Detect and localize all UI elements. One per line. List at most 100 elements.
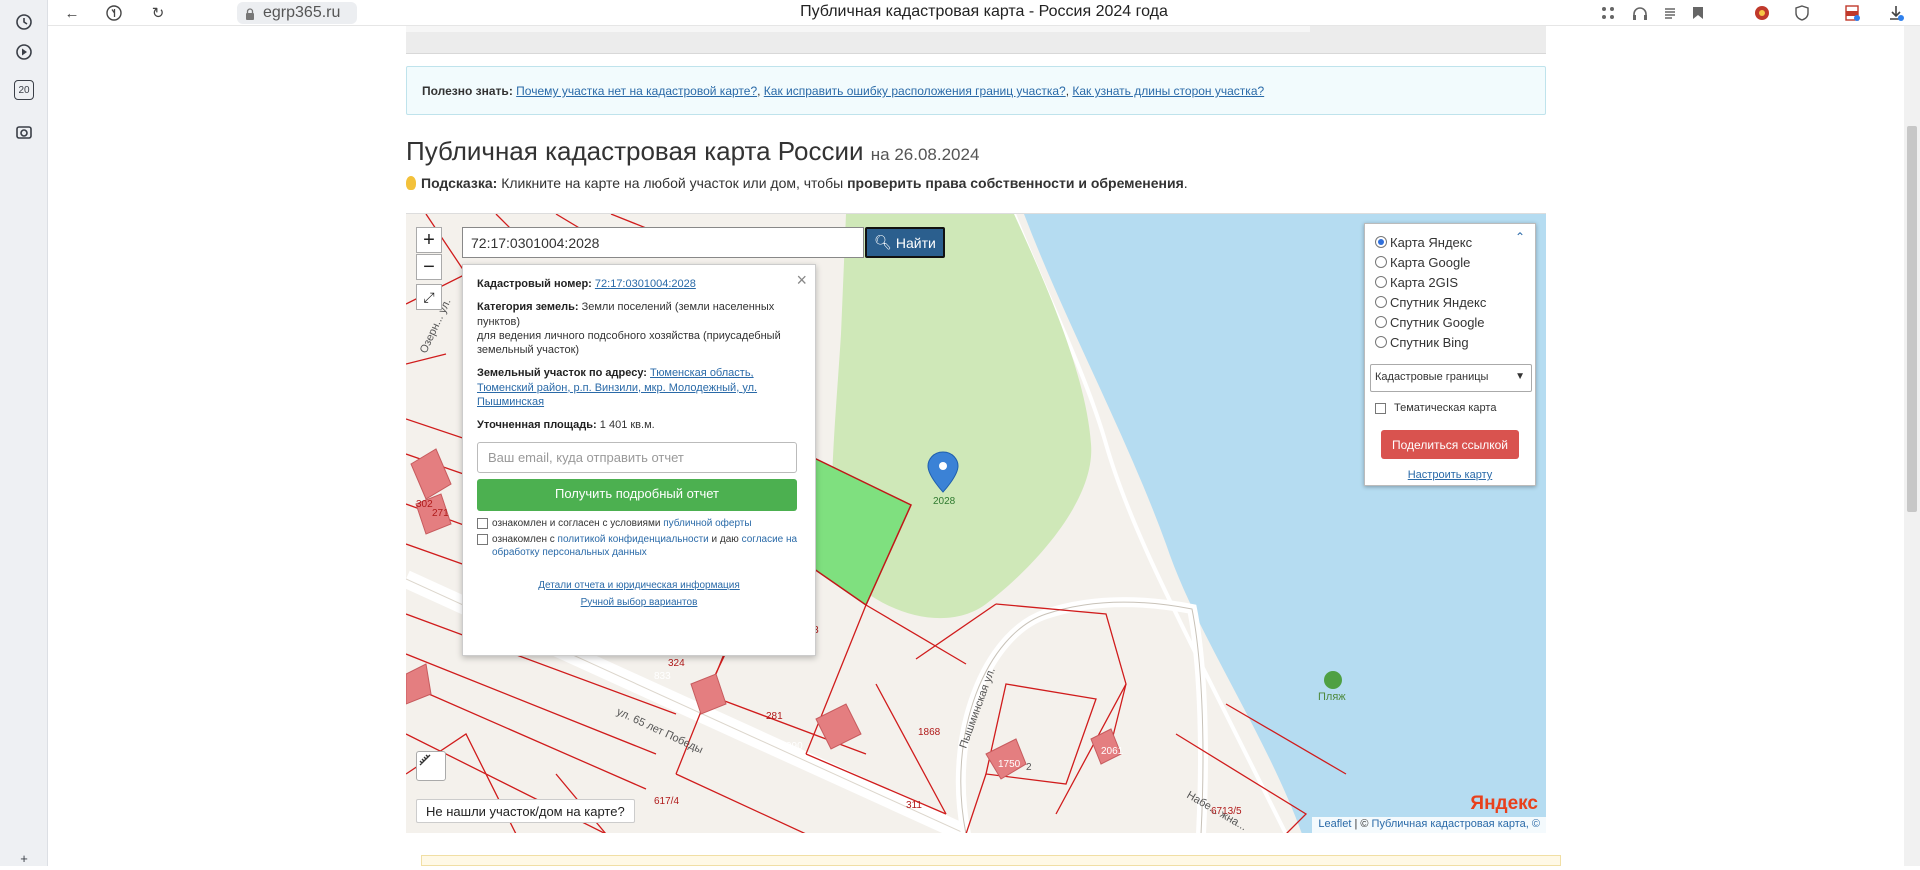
- lock-icon: [245, 7, 255, 20]
- tip-link-1[interactable]: Почему участка нет на кадастровой карте?: [516, 84, 757, 98]
- radio-bing-sat[interactable]: [1375, 336, 1387, 348]
- radio-yandex-map[interactable]: [1375, 236, 1387, 248]
- scrollbar-thumb[interactable]: [1907, 126, 1917, 512]
- browser-sidebar: 20 +: [0, 0, 48, 866]
- reader-icon[interactable]: [1660, 3, 1680, 23]
- tip-link-3[interactable]: Как узнать длины сторон участка?: [1072, 84, 1264, 98]
- offer-link[interactable]: публичной оферты: [663, 518, 751, 529]
- radio-yandex-sat[interactable]: [1375, 296, 1387, 308]
- pdf-icon[interactable]: [1842, 3, 1862, 23]
- layer-label-bing-sat: Спутник Bing: [1390, 334, 1469, 350]
- map-attribution: Leaflet | © Публичная кадастровая карта,…: [1312, 817, 1546, 833]
- privacy-link[interactable]: политикой конфиденциальности: [558, 534, 709, 545]
- layer-option-yandex-map[interactable]: Карта Яндекс: [1375, 232, 1525, 252]
- privacy-checkbox[interactable]: [477, 533, 488, 545]
- parcel-281: 281: [766, 711, 783, 722]
- parcel-617-4: 617/4: [654, 796, 679, 807]
- cad-number-label: Кадастровый номер:: [477, 278, 592, 290]
- road-pyshminskaya: [955, 597, 1208, 833]
- radio-google-sat[interactable]: [1375, 316, 1387, 328]
- layer-option-2gis-map[interactable]: Карта 2GIS: [1375, 272, 1525, 292]
- add-icon[interactable]: +: [12, 846, 36, 870]
- reload-icon[interactable]: ↻: [148, 3, 168, 23]
- headphones-icon[interactable]: [1630, 3, 1650, 23]
- calendar-badge[interactable]: 20: [14, 80, 34, 100]
- extension-icon[interactable]: [1752, 3, 1772, 23]
- close-icon[interactable]: ×: [796, 269, 807, 292]
- zoom-out-button[interactable]: −: [416, 254, 442, 280]
- yandex-logo: Яндекс: [1470, 793, 1538, 814]
- search-button[interactable]: 🔍︎ Найти: [865, 227, 945, 258]
- layer-switcher: ⌃ Карта Яндекс Карта Google Карта 2GIS С…: [1364, 223, 1536, 486]
- apps-icon[interactable]: [1598, 3, 1618, 23]
- privacy-agreement-row: ознакомлен с политикой конфиденциальност…: [477, 533, 801, 559]
- layer-option-yandex-sat[interactable]: Спутник Яндекс: [1375, 292, 1525, 312]
- leaflet-link[interactable]: Leaflet: [1318, 818, 1351, 830]
- privacy-mid: и даю: [711, 533, 739, 545]
- ruler-icon[interactable]: [416, 751, 446, 781]
- layer-label-yandex-map: Карта Яндекс: [1390, 234, 1473, 250]
- thematic-label: Тематическая карта: [1394, 402, 1497, 414]
- report-details-link[interactable]: Детали отчета и юридическая информация: [538, 580, 740, 591]
- area-field: Уточненная площадь: 1 401 кв.м.: [477, 418, 801, 432]
- radio-2gis-map[interactable]: [1375, 276, 1387, 288]
- share-link-button[interactable]: Поделиться ссылкой: [1381, 430, 1519, 459]
- offer-checkbox[interactable]: [477, 517, 488, 529]
- history-icon[interactable]: [12, 10, 36, 34]
- cad-number-field: Кадастровый номер: 72:17:0301004:2028: [477, 277, 801, 291]
- land-use-value: для ведения личного подсобного хозяйства…: [477, 329, 781, 357]
- popup-links: Детали отчета и юридическая информация Р…: [477, 579, 801, 609]
- parcel-324: 324: [668, 658, 685, 669]
- configure-map-link[interactable]: Настроить карту: [1375, 469, 1525, 481]
- thematic-checkbox[interactable]: [1375, 403, 1386, 414]
- fullscreen-icon[interactable]: ⤢: [416, 284, 442, 310]
- not-found-button[interactable]: Не нашли участок/дом на карте?: [416, 799, 635, 823]
- download-icon[interactable]: [1886, 3, 1906, 23]
- header-strip-inner: [406, 26, 1310, 32]
- layer-option-google-map[interactable]: Карта Google: [1375, 252, 1525, 272]
- chevron-up-icon[interactable]: ⌃: [1515, 230, 1525, 244]
- zoom-in-button[interactable]: +: [416, 227, 442, 253]
- get-report-button[interactable]: Получить подробный отчет: [477, 478, 797, 511]
- camera-icon[interactable]: [12, 120, 36, 144]
- parcel-1868: 1868: [918, 727, 941, 738]
- hint-line: Подсказка: Кликните на карте на любой уч…: [406, 175, 1188, 191]
- thematic-row[interactable]: Тематическая карта: [1375, 398, 1525, 418]
- page-header-strip: [406, 26, 1546, 54]
- back-icon[interactable]: ←: [62, 3, 82, 23]
- search-icon: 🔍︎: [874, 234, 892, 250]
- layer-label-google-sat: Спутник Google: [1390, 314, 1485, 330]
- cad-number-link[interactable]: 72:17:0301004:2028: [595, 278, 696, 290]
- parcel-2061: 2061: [1101, 746, 1124, 757]
- cadastral-map[interactable]: 302 271 323 324 281 990 833 1868 2061 17…: [406, 213, 1546, 833]
- manual-select-link[interactable]: Ручной выбор вариантов: [581, 597, 698, 608]
- land-category-label: Категория земель:: [477, 301, 579, 314]
- area-value: 1 401 кв.м.: [599, 419, 655, 432]
- chevron-down-icon: ▼: [1515, 371, 1525, 382]
- parcel-271: 271: [432, 508, 449, 519]
- pkk-link[interactable]: Публичная кадастровая карта, ©: [1372, 818, 1540, 830]
- offer-text: ознакомлен и согласен с условиями: [492, 517, 661, 529]
- cadastral-search-input[interactable]: 72:17:0301004:2028: [462, 227, 864, 258]
- layer-option-google-sat[interactable]: Спутник Google: [1375, 312, 1525, 332]
- road-pyshminskaya-edge: [960, 601, 1204, 833]
- email-field[interactable]: Ваш email, куда отправить отчет: [477, 441, 797, 473]
- parcel-302: 302: [416, 499, 433, 510]
- tip-link-2[interactable]: Как исправить ошибку расположения границ…: [764, 84, 1066, 98]
- overlay-select-value: Кадастровые границы: [1375, 371, 1489, 383]
- yandex-icon[interactable]: [104, 3, 124, 23]
- bookmark-icon[interactable]: [1688, 3, 1708, 23]
- address-field: Земельный участок по адресу: Тюменская о…: [477, 366, 801, 409]
- parcel-2: 2: [1026, 762, 1032, 773]
- marker-label: 2028: [933, 496, 956, 507]
- radio-google-map[interactable]: [1375, 256, 1387, 268]
- beach-icon[interactable]: [1324, 671, 1342, 689]
- overlay-select[interactable]: Кадастровые границы ▼: [1370, 364, 1532, 392]
- parcel-833: 833: [654, 671, 671, 682]
- offer-agreement-row: ознакомлен и согласен с условиями публич…: [477, 517, 801, 530]
- url-bar[interactable]: egrp365.ru: [237, 2, 357, 24]
- extension-shield-icon[interactable]: [1792, 3, 1812, 23]
- layer-option-bing-sat[interactable]: Спутник Bing: [1375, 332, 1525, 352]
- scrollbar[interactable]: [1904, 26, 1920, 866]
- play-icon[interactable]: [12, 40, 36, 64]
